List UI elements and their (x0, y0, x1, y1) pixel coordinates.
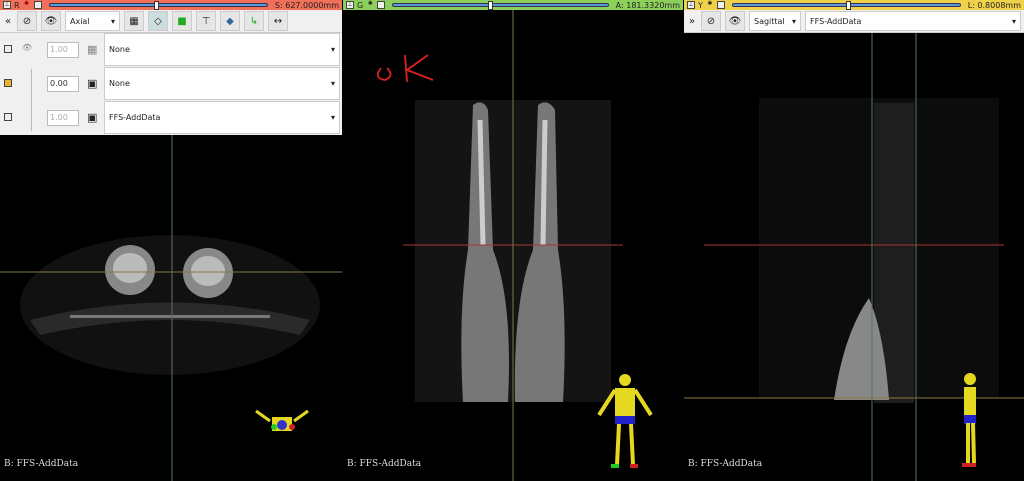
label-layer-icon (4, 45, 12, 53)
reformat-icon[interactable]: ◇ (148, 11, 168, 31)
slice-offset: S: 627.0000mm (274, 0, 339, 10)
link-views-button[interactable]: ⊘ (17, 11, 37, 31)
view-letter: Y (698, 0, 703, 10)
link-icon[interactable]: ✱ (366, 1, 374, 9)
foreground-volume-select[interactable]: None ▾ (104, 67, 340, 100)
orientation-marker-icon (255, 409, 309, 431)
ruler-icon[interactable]: ↔ (268, 11, 288, 31)
coronal-image (376, 10, 653, 481)
background-opacity[interactable]: 1.00 (47, 110, 79, 126)
eye-icon[interactable]: 👁 (22, 43, 32, 52)
slice-controller-panel: 👁 1.00 ▦ None ▾ 0.00 ▣ None ▾ 1.00 ▣ FFS-A… (0, 33, 342, 135)
yellow-offset-slider[interactable] (731, 1, 961, 10)
view-letter: G (357, 0, 364, 10)
crosshair-icon[interactable]: ⊤ (196, 11, 216, 31)
interpolate-icon[interactable]: ▣ (87, 77, 97, 90)
collapse-icon[interactable]: « (3, 11, 13, 31)
axes-icon[interactable]: ↳ (244, 11, 264, 31)
green-slice-bar: ⊥ G ✱ A: 181.3320mm (343, 0, 683, 10)
link-views-button[interactable]: ⊘ (701, 11, 721, 31)
red-toolbar: « ⊘ 👁 Axial ▾ ▦ ◇ ■ ⊤ ◆ ↳ ↔ (0, 10, 342, 33)
eye-visibility-button[interactable]: 👁 (725, 11, 745, 31)
maximize-icon[interactable] (33, 1, 42, 9)
pin-icon[interactable]: ⊥ (687, 1, 695, 9)
background-volume-select[interactable]: FFS-AddData ▾ (805, 11, 1021, 31)
foreground-layer-icon (4, 79, 12, 87)
label-opacity[interactable]: 1.00 (47, 42, 79, 58)
red-offset-slider[interactable] (48, 1, 268, 10)
pin-icon[interactable]: ⊥ (346, 1, 354, 9)
interpolate-icon[interactable]: ▣ (87, 111, 97, 124)
ok-annotation (376, 54, 434, 83)
orientation-select[interactable]: Sagittal ▾ (749, 11, 801, 31)
pin-icon[interactable]: ⊥ (3, 1, 11, 9)
yellow-toolbar: » ⊘ 👁 Sagittal ▾ FFS-AddData ▾ (684, 10, 1024, 33)
eye-visibility-button[interactable]: 👁 (41, 11, 61, 31)
link-icon[interactable]: ✱ (22, 1, 31, 9)
maximize-icon[interactable] (377, 1, 386, 9)
background-label: B: FFS-AddData (347, 459, 422, 469)
slice-offset: L: 0.8008mm (967, 0, 1021, 10)
red-slice-view[interactable]: ⊥ R ✱ S: 627.0000mm « ⊘ 👁 Axial ▾ ▦ ◇ ■ ⊤… (0, 0, 342, 481)
green-slice-view[interactable]: ⊥ G ✱ A: 181.3320mm B: FFS-AddData (343, 0, 683, 481)
label-volume-select[interactable]: None ▾ (104, 33, 340, 66)
background-layer-icon (4, 113, 12, 121)
view-letter: R (14, 0, 20, 10)
foreground-opacity[interactable]: 0.00 (47, 76, 79, 92)
sagittal-image (684, 33, 1024, 481)
model-icon[interactable]: ◆ (220, 11, 240, 31)
link-icon[interactable]: ✱ (706, 1, 714, 9)
slice-offset: A: 181.3320mm (615, 0, 680, 10)
grid-icon[interactable]: ▦ (124, 11, 144, 31)
background-label: B: FFS-AddData (4, 459, 79, 469)
red-slice-bar: ⊥ R ✱ S: 627.0000mm (0, 0, 342, 10)
background-label: B: FFS-AddData (688, 459, 763, 469)
yellow-slice-bar: ⊥ Y ✱ L: 0.8008mm (684, 0, 1024, 10)
layers-icon[interactable]: ■ (172, 11, 192, 31)
expand-icon[interactable]: » (687, 11, 697, 31)
yellow-slice-view[interactable]: ⊥ Y ✱ L: 0.8008mm » ⊘ 👁 Sagittal ▾ FFS-Ad… (684, 0, 1024, 481)
orientation-marker-icon (962, 373, 976, 467)
grid-icon[interactable]: ▦ (87, 43, 97, 56)
orientation-select[interactable]: Axial ▾ (65, 11, 120, 31)
axial-image (0, 135, 342, 481)
background-volume-select[interactable]: FFS-AddData ▾ (104, 101, 340, 134)
green-offset-slider[interactable] (392, 1, 609, 10)
maximize-icon[interactable] (716, 1, 725, 9)
